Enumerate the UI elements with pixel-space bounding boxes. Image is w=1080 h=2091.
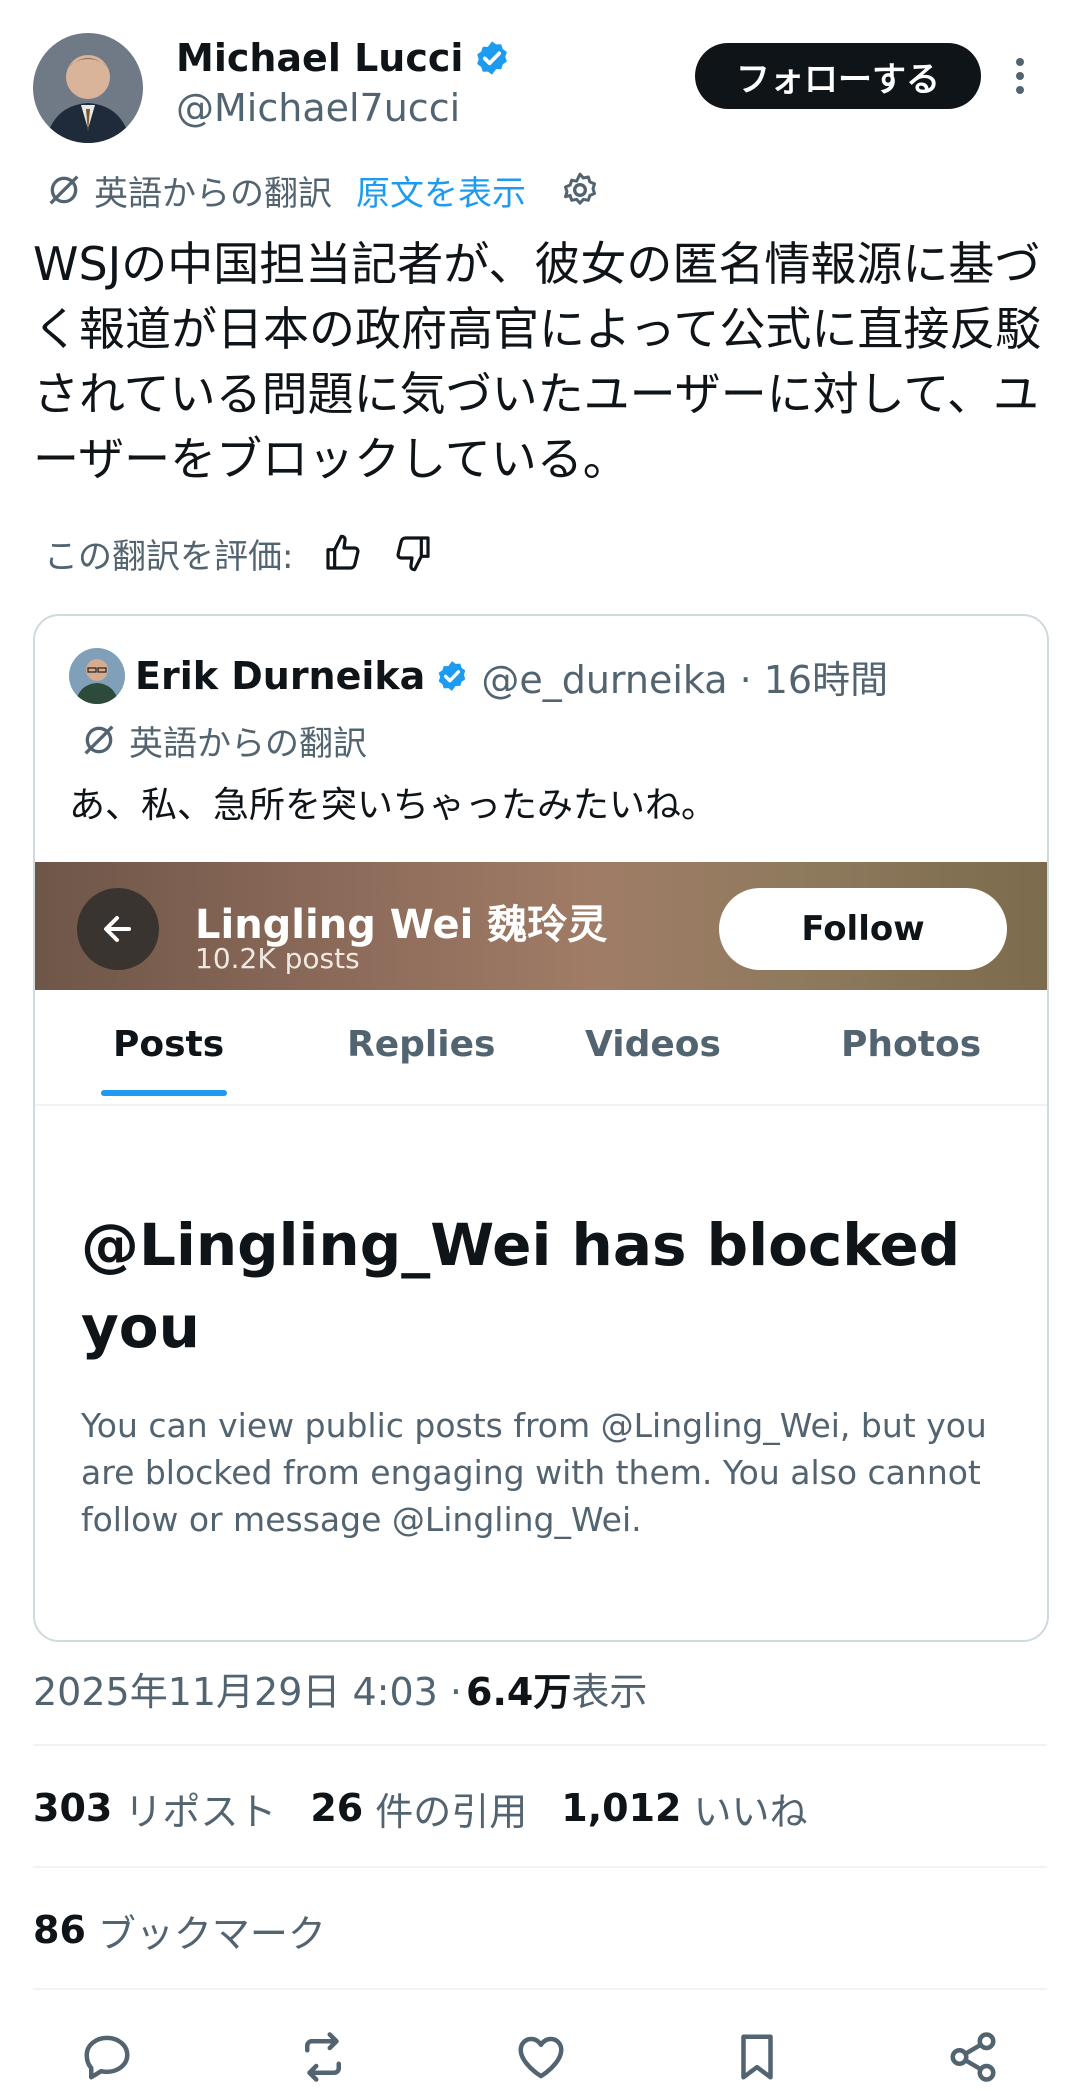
- tab-photos: Photos: [841, 1024, 982, 1065]
- translation-row: 英語からの翻訳 原文を表示: [44, 166, 600, 214]
- quoted-translation-row: 英語からの翻訳: [79, 716, 367, 764]
- quoted-text: あ、私、急所を突いちゃったみたいね。: [69, 785, 718, 826]
- bookmark-stats: 86 ブックマーク: [33, 1902, 360, 1958]
- follow-button[interactable]: フォローする: [695, 43, 981, 109]
- divider: [33, 1988, 1047, 1990]
- rate-translation-row: この翻訳を評価:: [44, 526, 433, 580]
- bookmark-icon[interactable]: [730, 2030, 784, 2084]
- more-options-icon[interactable]: [1012, 56, 1028, 96]
- quoted-translation-label: 英語からの翻訳: [129, 723, 367, 764]
- engagement-stats: 303 リポスト 26 件の引用 1,012 いいね: [33, 1780, 841, 1836]
- author-handle[interactable]: @Michael7ucci: [176, 86, 460, 130]
- reposts-label[interactable]: リポスト: [124, 1781, 276, 1836]
- gear-icon[interactable]: [560, 170, 600, 210]
- post-meta: 2025年11月29日 4:03 · 6.4万 表示: [33, 1660, 647, 1716]
- profile-posts-count: 10.2K posts: [195, 942, 360, 975]
- timestamp[interactable]: 2025年11月29日 4:03 ·: [33, 1661, 462, 1716]
- blocked-title: @Lingling_Wei has blocked you: [81, 1211, 961, 1361]
- quoted-header: Erik Durneika @e_durneika · 16時間: [135, 646, 888, 706]
- like-icon[interactable]: [514, 2030, 568, 2084]
- rate-label: この翻訳を評価:: [44, 536, 294, 577]
- translate-icon: [49, 175, 79, 205]
- likes-count[interactable]: 1,012: [561, 1786, 681, 1830]
- likes-label[interactable]: いいね: [693, 1781, 807, 1836]
- back-button: [77, 888, 159, 970]
- tab-posts: Posts: [113, 1024, 225, 1065]
- author-name[interactable]: Michael Lucci: [176, 36, 511, 80]
- quoted-author-name[interactable]: Erik Durneika: [135, 654, 425, 698]
- bookmarks-count[interactable]: 86: [33, 1908, 86, 1952]
- divider: [33, 1866, 1047, 1868]
- author-avatar[interactable]: [33, 33, 143, 143]
- tab-videos: Videos: [585, 1024, 721, 1065]
- embedded-screenshot[interactable]: Lingling Wei 魏玲灵 10.2K posts Follow Post…: [35, 862, 1047, 1640]
- thumbs-up-icon[interactable]: [323, 533, 363, 573]
- verified-badge-icon: [439, 661, 466, 691]
- blocked-description: You can view public posts from @Lingling…: [81, 1406, 987, 1539]
- tab-replies: Replies: [347, 1024, 496, 1065]
- active-tab-indicator: [101, 1090, 227, 1096]
- profile-tabs: Posts Replies Videos Photos: [35, 990, 1047, 1106]
- reposts-count[interactable]: 303: [33, 1786, 112, 1830]
- thumbs-down-icon[interactable]: [393, 533, 433, 573]
- views-label: 表示: [571, 1669, 648, 1714]
- profile-banner: Lingling Wei 魏玲灵 10.2K posts Follow: [35, 862, 1047, 990]
- post-body: WSJの中国担当記者が、彼女の匿名情報源に基づく報道が日本の政府高官によって公式…: [33, 237, 1042, 486]
- author-name-text[interactable]: Michael Lucci: [176, 36, 463, 80]
- quoted-meta: @e_durneika · 16時間: [481, 657, 889, 702]
- share-icon[interactable]: [946, 2030, 1000, 2084]
- views-count: 6.4万: [466, 1669, 572, 1714]
- divider: [33, 1744, 1047, 1746]
- back-arrow-icon: [104, 916, 131, 942]
- quoted-post[interactable]: Erik Durneika @e_durneika · 16時間 英語からの翻訳…: [33, 614, 1049, 1642]
- reply-icon[interactable]: [80, 2030, 134, 2084]
- quotes-count[interactable]: 26: [310, 1786, 363, 1830]
- show-original-link[interactable]: 原文を表示: [356, 166, 526, 215]
- repost-icon[interactable]: [296, 2030, 350, 2084]
- quoted-avatar[interactable]: [69, 648, 125, 704]
- profile-follow-button: Follow: [719, 888, 1007, 970]
- verified-badge-icon: [477, 41, 508, 75]
- bookmarks-label[interactable]: ブックマーク: [98, 1903, 326, 1958]
- translate-icon: [84, 725, 114, 755]
- quotes-label[interactable]: 件の引用: [375, 1781, 527, 1836]
- translation-label: 英語からの翻訳: [94, 173, 332, 214]
